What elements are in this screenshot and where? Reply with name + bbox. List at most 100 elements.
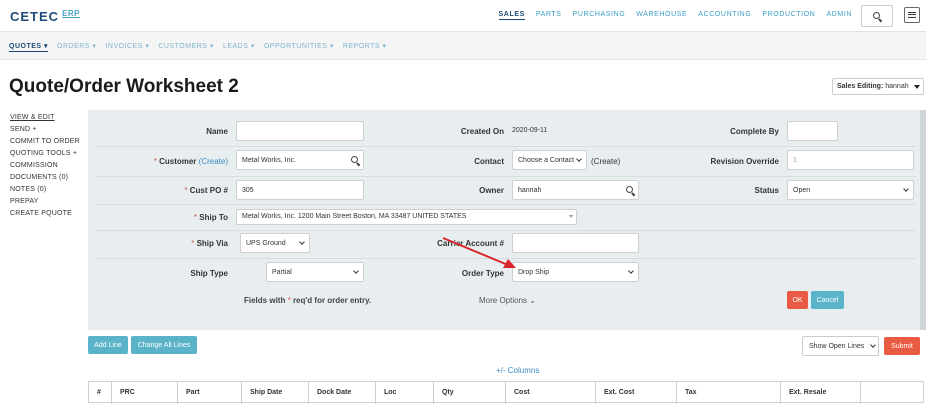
owner-label: Owner	[479, 186, 504, 195]
subnav-orders[interactable]: ORDERS ▾	[57, 42, 96, 52]
contact-select[interactable]: Choose a Contact	[512, 150, 587, 170]
contact-create-link[interactable]: (Create)	[591, 157, 620, 166]
add-line-button[interactable]: Add Line	[88, 336, 128, 354]
form-divider	[96, 146, 916, 147]
revision-override-input[interactable]: 1	[787, 150, 914, 170]
order-type-value: Drop Ship	[518, 269, 550, 276]
side-menu-prepay[interactable]: PREPAY	[10, 196, 80, 208]
caret-down-icon	[914, 85, 920, 89]
ship-to-select[interactable]: Metal Works, Inc. 1200 Main Street Bosto…	[236, 209, 577, 225]
cust-po-input[interactable]: 305	[236, 180, 364, 200]
show-open-lines-value: Show Open Lines	[809, 343, 865, 350]
required-note-suffix: req'd for order entry.	[292, 296, 372, 305]
owner-input[interactable]: hannah	[512, 180, 639, 200]
cust-po-label-text: Cust PO #	[189, 186, 228, 195]
required-fields-note: Fields with * req'd for order entry.	[244, 296, 371, 305]
status-label: Status	[754, 186, 779, 195]
subnav-reports[interactable]: REPORTS ▾	[343, 42, 387, 52]
chevron-down-icon	[628, 268, 634, 274]
ship-to-value: Metal Works, Inc. 1200 Main Street Bosto…	[242, 213, 467, 220]
ok-button[interactable]: OK	[787, 291, 808, 309]
subnav-customers[interactable]: CUSTOMERS ▾	[158, 42, 214, 52]
order-type-select[interactable]: Drop Ship	[512, 262, 639, 282]
brand-logo[interactable]: CETEC ERP	[10, 9, 80, 24]
side-menu-create-pquote[interactable]: CREATE PQUOTE	[10, 208, 80, 220]
subnav-opportunities[interactable]: OPPORTUNITIES ▾	[264, 42, 334, 52]
nav-production[interactable]: PRODUCTION	[762, 11, 815, 20]
form-divider	[96, 176, 916, 177]
complete-by-label: Complete By	[730, 127, 779, 136]
side-menu-view-edit[interactable]: VIEW & EDIT	[10, 112, 80, 124]
sub-nav: QUOTES ▾ ORDERS ▾ INVOICES ▾ CUSTOMERS ▾…	[9, 42, 387, 52]
nav-accounting[interactable]: ACCOUNTING	[698, 11, 751, 20]
sales-editing-select[interactable]: Sales Editing: hannah	[832, 78, 924, 95]
side-menu-commission[interactable]: COMMISSION	[10, 160, 80, 172]
nav-purchasing[interactable]: PURCHASING	[573, 11, 626, 20]
side-menu-quoting-tools[interactable]: QUOTING TOOLS +	[10, 148, 80, 160]
subnav-quotes[interactable]: QUOTES ▾	[9, 42, 49, 52]
required-star: *	[184, 186, 188, 195]
customer-input[interactable]: Metal Works, Inc.	[236, 150, 364, 170]
carrier-account-label: Carrier Account #	[437, 239, 504, 248]
ship-via-label-text: Ship Via	[196, 239, 228, 248]
nav-sales[interactable]: SALES	[498, 11, 525, 20]
main-nav: SALES PARTS PURCHASING WAREHOUSE ACCOUNT…	[498, 11, 852, 20]
chevron-down-icon	[870, 342, 876, 348]
subnav-leads[interactable]: LEADS ▾	[223, 42, 255, 52]
chevron-down-icon	[576, 156, 582, 162]
ship-via-select[interactable]: UPS Ground	[240, 233, 310, 253]
contact-label: Contact	[474, 157, 504, 166]
ship-via-value: UPS Ground	[246, 240, 286, 247]
status-value: Open	[793, 187, 811, 194]
search-icon	[873, 12, 883, 22]
required-note-prefix: Fields with	[244, 296, 286, 305]
subnav-invoices[interactable]: INVOICES ▾	[105, 42, 149, 52]
customer-label: * Customer (Create)	[140, 157, 228, 166]
brand-name: CETEC	[10, 9, 60, 24]
required-star: *	[191, 239, 195, 248]
search-icon[interactable]	[351, 156, 361, 166]
order-type-label: Order Type	[461, 269, 504, 278]
complete-by-input[interactable]	[787, 121, 838, 141]
main-menu-button[interactable]	[904, 7, 920, 23]
ship-to-label-text: Ship To	[199, 213, 228, 222]
columns-toggle-link[interactable]: +/- Columns	[496, 366, 539, 375]
ship-type-value: Partial	[272, 269, 292, 276]
owner-value: hannah	[518, 187, 542, 194]
ship-type-select[interactable]: Partial	[266, 262, 364, 282]
created-on-value: 2020-09-11	[512, 127, 548, 134]
side-menu-notes[interactable]: NOTES (0)	[10, 184, 80, 196]
contact-value: Choose a Contact	[518, 157, 575, 164]
sales-editing-value: hannah	[885, 83, 909, 90]
carrier-account-input[interactable]	[512, 233, 639, 253]
nav-parts[interactable]: PARTS	[536, 11, 562, 20]
show-open-lines-select[interactable]: Show Open Lines	[802, 336, 879, 356]
nav-admin[interactable]: ADMIN	[826, 11, 852, 20]
more-options-link[interactable]: More Options ⌄	[479, 296, 536, 305]
customer-create-link[interactable]: (Create)	[199, 157, 228, 166]
side-menu-documents[interactable]: DOCUMENTS (0)	[10, 172, 80, 184]
ship-via-label: * Ship Via	[150, 239, 228, 248]
cust-po-label: * Cust PO #	[150, 186, 228, 195]
submit-button[interactable]: Submit	[884, 337, 920, 355]
caret-down-icon	[569, 215, 573, 218]
chevron-down-icon	[299, 239, 305, 245]
side-menu-commit-to-order[interactable]: COMMIT TO ORDER	[10, 136, 80, 148]
status-select[interactable]: Open	[787, 180, 914, 200]
sub-nav-bar: QUOTES ▾ ORDERS ▾ INVOICES ▾ CUSTOMERS ▾…	[0, 32, 926, 60]
global-search-button[interactable]	[861, 5, 893, 27]
form-divider	[96, 204, 916, 205]
chevron-down-icon	[903, 186, 909, 192]
revision-override-label: Revision Override	[710, 157, 779, 166]
side-menu-send[interactable]: SEND +	[10, 124, 80, 136]
name-input[interactable]	[236, 121, 364, 141]
top-bar: CETEC ERP SALES PARTS PURCHASING WAREHOUS…	[0, 0, 926, 32]
hamburger-icon	[908, 12, 916, 18]
required-star: *	[153, 157, 157, 166]
nav-warehouse[interactable]: WAREHOUSE	[636, 11, 687, 20]
cancel-button[interactable]: Cancel	[811, 291, 844, 309]
change-all-lines-button[interactable]: Change All Lines	[131, 336, 197, 354]
search-icon[interactable]	[626, 186, 636, 196]
panel-scrollbar[interactable]	[920, 110, 926, 330]
chevron-down-icon	[353, 268, 359, 274]
